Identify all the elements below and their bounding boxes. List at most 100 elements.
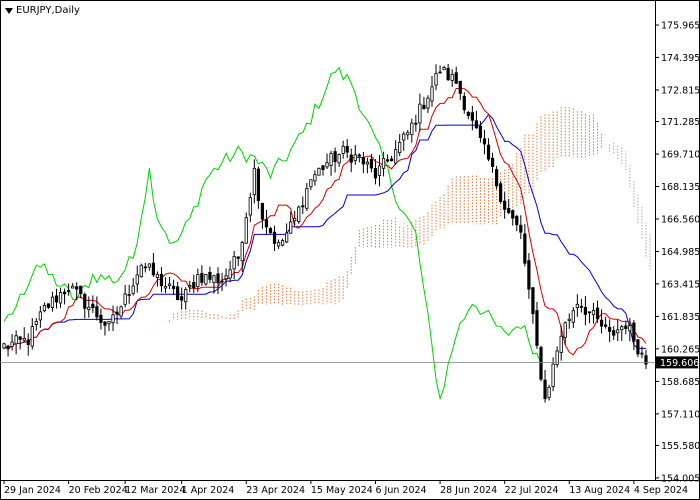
candle-body	[171, 285, 176, 289]
candle-body	[248, 197, 252, 216]
candle-body	[527, 260, 531, 290]
time-tick-label: 28 Jun 2024	[440, 485, 497, 496]
candle-body	[442, 67, 446, 71]
candle-body	[470, 112, 474, 121]
candle-body	[236, 256, 240, 259]
price-chart[interactable]: 175.965 174.395 172.815 171.285 169.710 168.1…	[0, 0, 700, 500]
candle-body	[208, 271, 212, 280]
candle-body	[628, 325, 632, 332]
candle-body	[640, 352, 644, 355]
candle-body	[394, 149, 398, 164]
candle-body	[373, 168, 378, 179]
price-tick-label: 158.685	[661, 377, 700, 388]
candle-body	[551, 363, 555, 387]
candle-body	[139, 264, 143, 278]
candle-body	[583, 306, 588, 315]
time-tick-label: 20 Feb 2024	[69, 485, 128, 496]
candle-body	[486, 144, 491, 160]
dropdown-triangle-icon	[5, 7, 13, 14]
candle-body	[301, 205, 305, 208]
price-tick-label: 163.415	[661, 279, 700, 290]
candle-body	[482, 138, 487, 145]
candle-body	[42, 305, 47, 312]
candle-body	[466, 112, 470, 116]
price-tick-label: 172.815	[661, 85, 700, 96]
candle-body	[519, 224, 523, 233]
candle-body	[361, 156, 365, 165]
candle-body	[410, 122, 414, 135]
candle-body	[272, 231, 277, 244]
candle-body	[499, 183, 503, 202]
time-tick-label: 15 May 2024	[311, 485, 373, 496]
symbol-label: EURJPY,Daily	[16, 5, 80, 16]
candle-body	[252, 167, 256, 196]
candle-body	[297, 206, 301, 222]
candle-body	[240, 242, 244, 262]
candle-body	[107, 321, 111, 325]
candle-body	[18, 336, 22, 340]
symbol-header[interactable]: EURJPY,Daily	[5, 5, 80, 16]
candle-body	[280, 240, 285, 246]
candle-body	[46, 303, 51, 308]
candle-body	[192, 282, 196, 289]
candle-body	[325, 162, 329, 168]
candle-body	[289, 221, 293, 234]
candle-body	[575, 303, 579, 309]
candle-body	[377, 165, 382, 176]
candle-body	[111, 314, 115, 324]
time-tick-label: 23 Apr 2024	[246, 485, 305, 496]
price-axis: 175.965 174.395 172.815 171.285 169.710 168.1…	[655, 21, 700, 484]
candle-body	[390, 158, 394, 162]
candle-body	[357, 154, 361, 157]
candle-body	[180, 296, 184, 301]
candle-body	[54, 295, 59, 303]
time-tick-label: 13 Aug 2024	[569, 485, 630, 496]
time-tick-label: 29 Jan 2024	[4, 485, 61, 496]
candle-body	[632, 322, 636, 342]
candle-body	[167, 283, 172, 286]
candle-body	[317, 167, 321, 176]
candle-body	[511, 210, 515, 219]
candle-body	[91, 303, 95, 309]
time-tick-label: 22 Jul 2024	[505, 485, 559, 496]
candle-body	[83, 293, 87, 309]
candle-body	[99, 314, 103, 323]
candle-body	[50, 296, 55, 308]
candle-body	[224, 275, 228, 280]
candle-body	[200, 272, 204, 283]
candle-body	[454, 72, 458, 84]
candle-body	[119, 306, 123, 317]
candle-body	[535, 310, 539, 346]
candle-body	[71, 285, 75, 289]
candle-body	[67, 290, 71, 292]
candle-body	[309, 179, 313, 188]
candle-body	[244, 217, 248, 244]
candle-body	[58, 292, 63, 304]
price-tick-label: 161.835	[661, 312, 700, 323]
candle-body	[438, 71, 442, 74]
candle-body	[365, 161, 370, 165]
candle-body	[2, 343, 6, 349]
candle-body	[22, 337, 26, 341]
price-tick-label: 155.580	[661, 441, 700, 452]
candle-body	[369, 158, 374, 169]
candle-body	[462, 95, 466, 111]
candle-body	[204, 274, 208, 285]
candle-body	[321, 165, 325, 171]
candle-body	[422, 104, 426, 110]
time-tick-label: 12 Mar 2024	[125, 485, 185, 496]
candle-body	[196, 274, 200, 287]
candle-body	[103, 321, 107, 326]
candle-body	[503, 200, 507, 210]
time-tick-label: 4 Sep 2024	[634, 485, 688, 496]
candle-body	[349, 154, 353, 163]
time-tick-label: 6 Jun 2024	[375, 485, 426, 496]
current-price-label: 159.606	[660, 358, 699, 369]
candle-body	[591, 309, 596, 316]
candle-body	[446, 67, 450, 81]
candle-body	[494, 169, 499, 187]
price-tick-label: 171.285	[661, 117, 700, 128]
candle-body	[559, 335, 563, 353]
candle-body	[539, 347, 543, 380]
candle-body	[478, 125, 483, 139]
